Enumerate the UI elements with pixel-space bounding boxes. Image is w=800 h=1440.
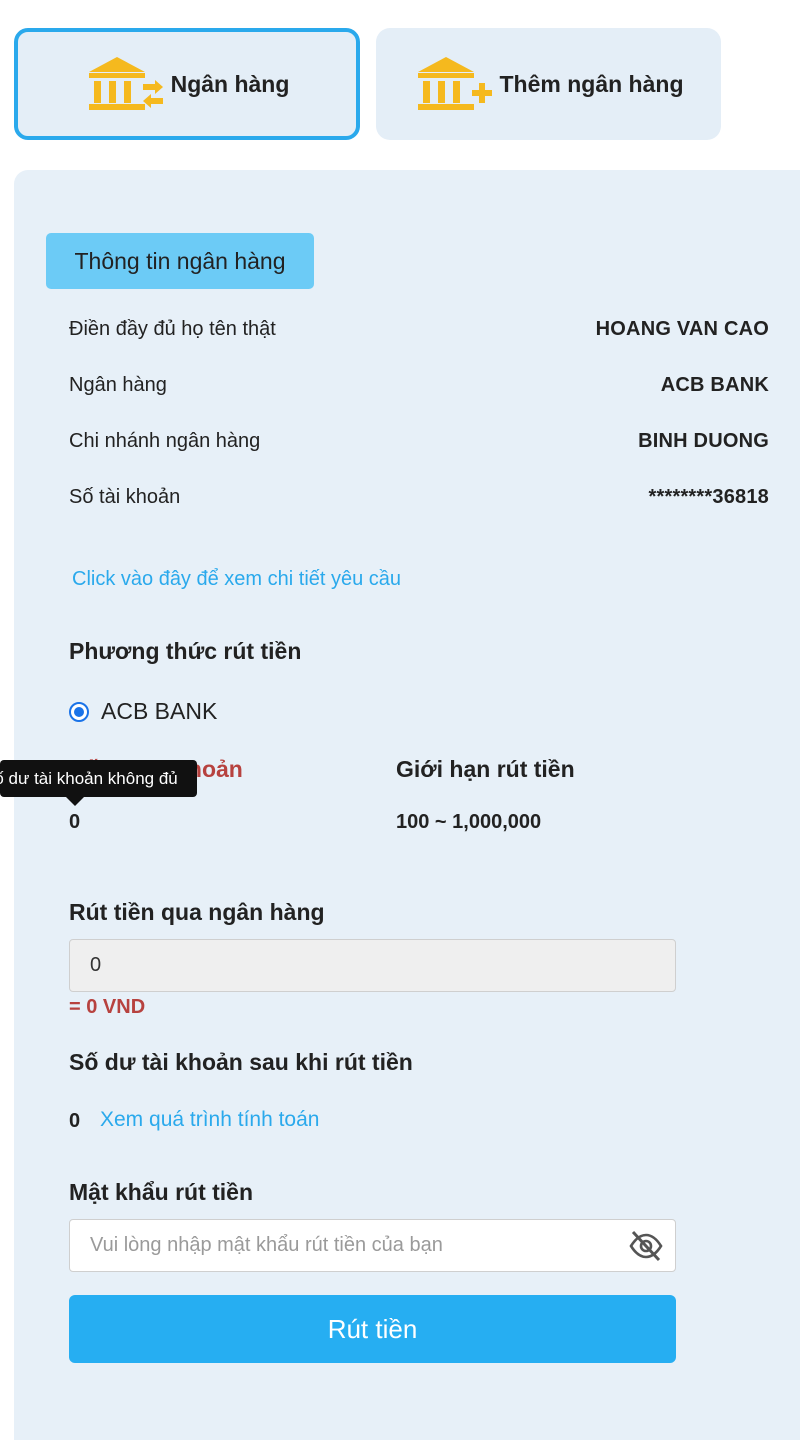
info-label: Điền đầy đủ họ tên thật — [69, 318, 276, 340]
info-label: Ngân hàng — [69, 374, 167, 396]
limit-value: 100 ~ 1,000,000 — [396, 811, 542, 833]
info-row-bank: Ngân hàng ACB BANK — [69, 374, 769, 397]
tab-add-bank-label: Thêm ngân hàng — [499, 70, 684, 97]
bank-add-icon — [414, 54, 494, 114]
tab-bar: Ngân hàng Thêm ngân hàng — [14, 28, 800, 140]
tooltip-arrow — [66, 797, 84, 806]
info-row-branch: Chi nhánh ngân hàng BINH DUONG — [69, 430, 769, 453]
info-label: Chi nhánh ngân hàng — [69, 430, 261, 452]
converted-amount: = 0 VND — [69, 996, 146, 1018]
tab-bank-label: Ngân hàng — [170, 70, 290, 97]
tab-bank[interactable]: Ngân hàng — [14, 28, 360, 140]
info-value: ********36818 — [648, 486, 769, 508]
insufficient-balance-tooltip: Số dư tài khoản không đủ — [0, 760, 197, 797]
bank-transfer-icon — [85, 54, 165, 114]
radio-button[interactable] — [69, 701, 89, 722]
after-balance-title: Số dư tài khoản sau khi rút tiền — [69, 1049, 413, 1075]
withdraw-title: Rút tiền qua ngân hàng — [69, 899, 325, 925]
limit-label: Giới hạn rút tiền — [396, 756, 575, 782]
method-title: Phương thức rút tiền — [69, 638, 302, 664]
eye-slash-icon[interactable] — [628, 1229, 664, 1263]
method-option-label: ACB BANK — [101, 698, 218, 724]
info-value: ACB BANK — [660, 374, 769, 396]
tab-add-bank[interactable]: Thêm ngân hàng — [376, 28, 721, 140]
method-option[interactable]: ACB BANK — [69, 698, 217, 725]
info-value: HOANG VAN CAO — [595, 318, 769, 340]
info-label: Số tài khoản — [69, 486, 181, 508]
balance-value: 0 — [69, 811, 81, 833]
request-detail-link[interactable]: Click vào đây để xem chi tiết yêu cầu — [72, 568, 401, 591]
info-row-account-number: Số tài khoản ********36818 — [69, 486, 769, 509]
info-row-fullname: Điền đầy đủ họ tên thật HOANG VAN CAO — [69, 318, 769, 341]
withdraw-password-input[interactable] — [69, 1219, 676, 1272]
password-title: Mật khẩu rút tiền — [69, 1179, 254, 1205]
withdraw-submit-button[interactable]: Rút tiền — [69, 1295, 676, 1363]
withdraw-amount-input[interactable]: 0 — [69, 939, 676, 992]
view-calculation-link[interactable]: Xem quá trình tính toán — [100, 1108, 319, 1132]
tooltip-text: Số dư tài khoản không đủ — [0, 768, 178, 788]
info-value: BINH DUONG — [638, 430, 769, 452]
bank-info-title: Thông tin ngân hàng — [46, 233, 314, 289]
radio-selected-dot — [74, 706, 84, 717]
after-balance-value: 0 — [69, 1110, 81, 1132]
withdraw-amount-value: 0 — [90, 954, 102, 976]
